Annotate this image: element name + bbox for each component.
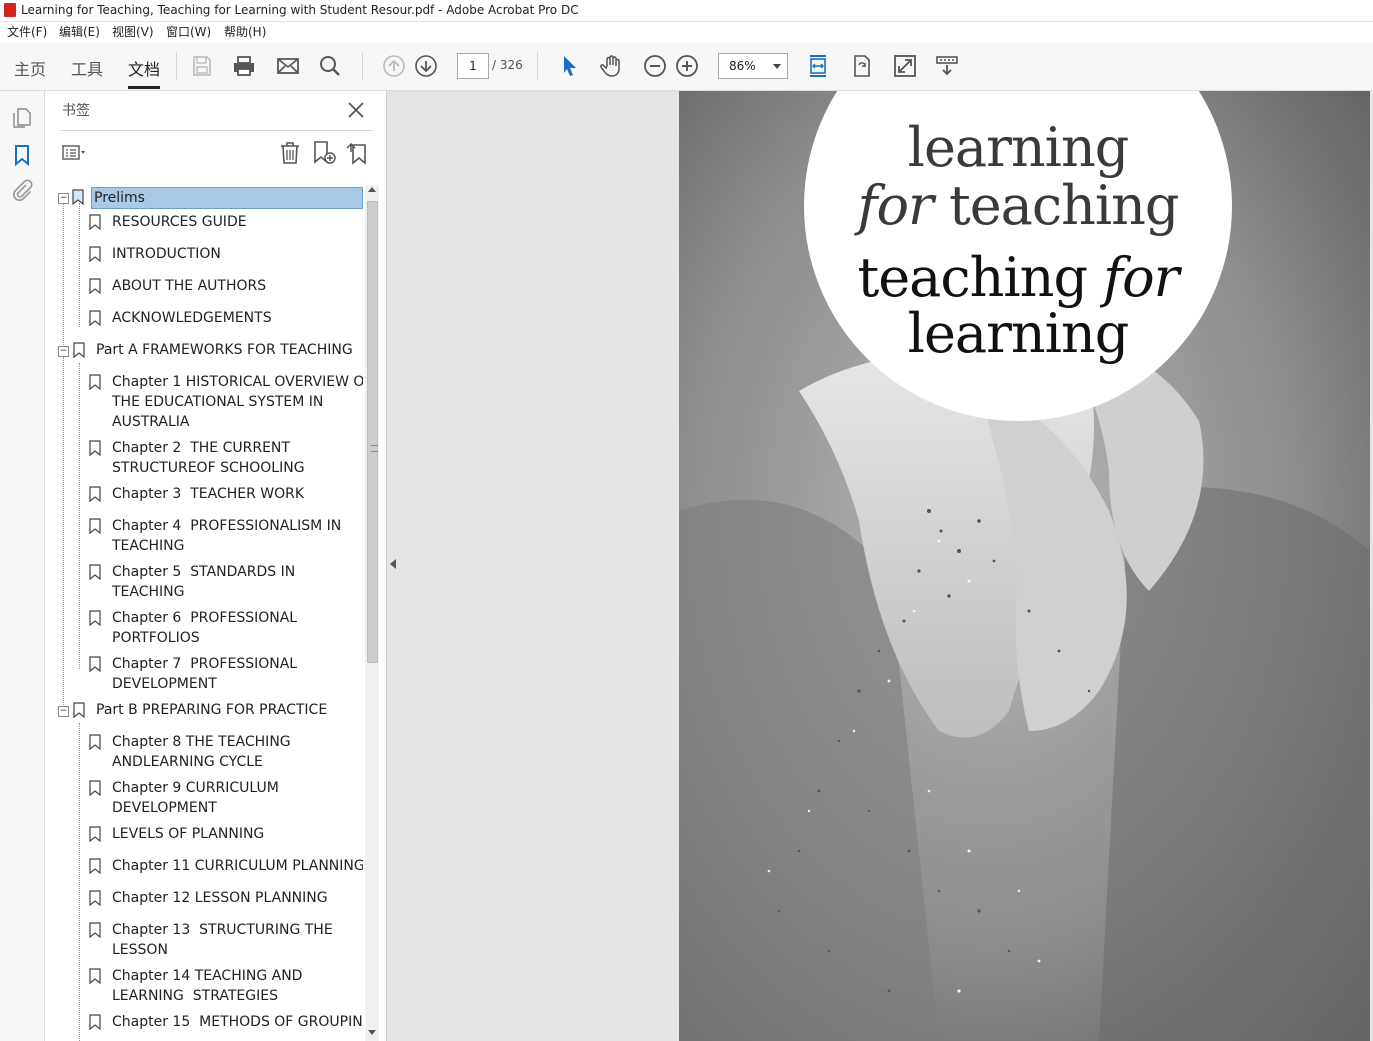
bookmarks-panel: 书签 − Prelims RESOURCES GUIDE INTRODUCTIO… bbox=[45, 91, 387, 1041]
delete-icon[interactable] bbox=[277, 140, 303, 166]
bookmark-icon bbox=[89, 564, 101, 580]
bookmark-icon bbox=[73, 702, 85, 718]
tree-guide bbox=[63, 203, 64, 351]
bookmark-icon bbox=[89, 922, 101, 938]
zoom-out-icon[interactable] bbox=[643, 54, 667, 78]
bookmark-icon bbox=[89, 656, 101, 672]
page-number-input[interactable]: 1 bbox=[457, 53, 489, 79]
menu-edit[interactable]: 编辑(E) bbox=[59, 22, 100, 42]
bookmark-icon bbox=[89, 1014, 101, 1030]
window-title: Learning for Teaching, Teaching for Lear… bbox=[21, 3, 579, 17]
scroll-thumb[interactable] bbox=[367, 201, 378, 663]
bookmark-icon bbox=[89, 780, 101, 796]
bookmark-scrollbar[interactable] bbox=[365, 185, 379, 1041]
cover-title-line: learning bbox=[907, 302, 1130, 365]
bookmark-icon bbox=[89, 518, 101, 534]
bookmark-options-icon[interactable] bbox=[61, 140, 87, 166]
bookmark-icon bbox=[89, 246, 101, 262]
bookmark-icon bbox=[89, 440, 101, 456]
toolbar-divider bbox=[362, 52, 363, 80]
cover-title-line: for teaching bbox=[857, 174, 1180, 237]
page-up-icon[interactable] bbox=[382, 54, 406, 78]
navigation-pane-strip bbox=[0, 91, 45, 1041]
search-icon[interactable] bbox=[318, 54, 342, 78]
attachment-icon[interactable] bbox=[11, 179, 33, 201]
bookmark-icon bbox=[89, 968, 101, 984]
bookmark-icon bbox=[89, 278, 101, 294]
bookmark-icon bbox=[73, 342, 85, 358]
toolbar-divider bbox=[537, 52, 538, 80]
grip-icon bbox=[371, 445, 378, 452]
collapse-panel-icon[interactable] bbox=[390, 559, 396, 569]
bookmark-icon bbox=[89, 826, 101, 842]
menu-bar: 文件(F) 编辑(E) 视图(V) 窗口(W) 帮助(H) bbox=[0, 22, 1373, 42]
active-tab-indicator bbox=[128, 86, 160, 89]
rotate-icon[interactable] bbox=[850, 54, 874, 78]
menu-view[interactable]: 视图(V) bbox=[112, 22, 154, 42]
print-icon[interactable] bbox=[232, 54, 256, 78]
collapse-toggle[interactable]: − bbox=[58, 346, 69, 357]
tree-guide bbox=[79, 363, 80, 669]
bookmark-icon bbox=[89, 858, 101, 874]
page-down-icon[interactable] bbox=[414, 54, 438, 78]
bookmark-icon bbox=[89, 890, 101, 906]
bookmark-icon bbox=[89, 214, 101, 230]
bookmark-tree: − Prelims RESOURCES GUIDE INTRODUCTION A… bbox=[45, 185, 363, 1041]
zoom-select[interactable]: 86% bbox=[718, 53, 788, 79]
tree-guide bbox=[79, 723, 80, 1041]
panel-divider bbox=[60, 130, 373, 131]
bookmark-icon bbox=[89, 734, 101, 750]
zoom-in-icon[interactable] bbox=[675, 54, 699, 78]
bookmark-icon bbox=[89, 310, 101, 326]
acrobat-icon bbox=[4, 3, 16, 17]
new-bookmark-icon[interactable] bbox=[311, 140, 337, 166]
fullscreen-icon[interactable] bbox=[893, 54, 917, 78]
bookmark-icon bbox=[89, 374, 101, 390]
menu-help[interactable]: 帮助(H) bbox=[224, 22, 266, 42]
title-bar: Learning for Teaching, Teaching for Lear… bbox=[0, 0, 1373, 22]
page-total: / 326 bbox=[492, 58, 523, 72]
scroll-down-icon[interactable] bbox=[368, 1030, 376, 1035]
bookmark-icon bbox=[72, 189, 84, 205]
cover-title-line: teaching for bbox=[857, 246, 1180, 309]
bookmark-icon[interactable] bbox=[11, 144, 33, 166]
panel-title: 书签 bbox=[62, 103, 90, 119]
pdf-page: learning for teaching teaching for learn… bbox=[679, 91, 1370, 1041]
close-icon[interactable] bbox=[346, 100, 366, 120]
scroll-up-icon[interactable] bbox=[368, 187, 376, 192]
save-icon[interactable] bbox=[190, 54, 214, 78]
tree-guide bbox=[79, 203, 80, 327]
tab-document[interactable]: 文档 bbox=[128, 56, 160, 80]
menu-file[interactable]: 文件(F) bbox=[7, 22, 47, 42]
bookmark-icon bbox=[89, 486, 101, 502]
toolbar-divider bbox=[176, 52, 177, 80]
main-toolbar: 主页 工具 文档 bbox=[0, 42, 1373, 91]
fit-width-icon[interactable] bbox=[806, 54, 830, 78]
hand-icon[interactable] bbox=[600, 54, 624, 78]
tab-home[interactable]: 主页 bbox=[14, 56, 46, 80]
collapse-toggle[interactable]: − bbox=[58, 193, 69, 204]
zoom-value: 86% bbox=[729, 59, 756, 73]
email-icon[interactable] bbox=[276, 54, 300, 78]
bookmark-icon bbox=[89, 610, 101, 626]
select-cursor-icon[interactable] bbox=[558, 54, 582, 78]
chevron-down-icon[interactable] bbox=[773, 64, 781, 69]
expand-bookmark-icon[interactable] bbox=[345, 140, 371, 166]
pages-icon[interactable] bbox=[11, 107, 33, 129]
tree-guide bbox=[63, 357, 64, 713]
menu-window[interactable]: 窗口(W) bbox=[166, 22, 211, 42]
cover-title-line: learning bbox=[907, 116, 1130, 179]
read-mode-icon[interactable] bbox=[935, 54, 959, 78]
document-viewer[interactable]: learning for teaching teaching for learn… bbox=[387, 91, 1373, 1041]
tab-tools[interactable]: 工具 bbox=[71, 56, 103, 80]
collapse-toggle[interactable]: − bbox=[58, 706, 69, 717]
